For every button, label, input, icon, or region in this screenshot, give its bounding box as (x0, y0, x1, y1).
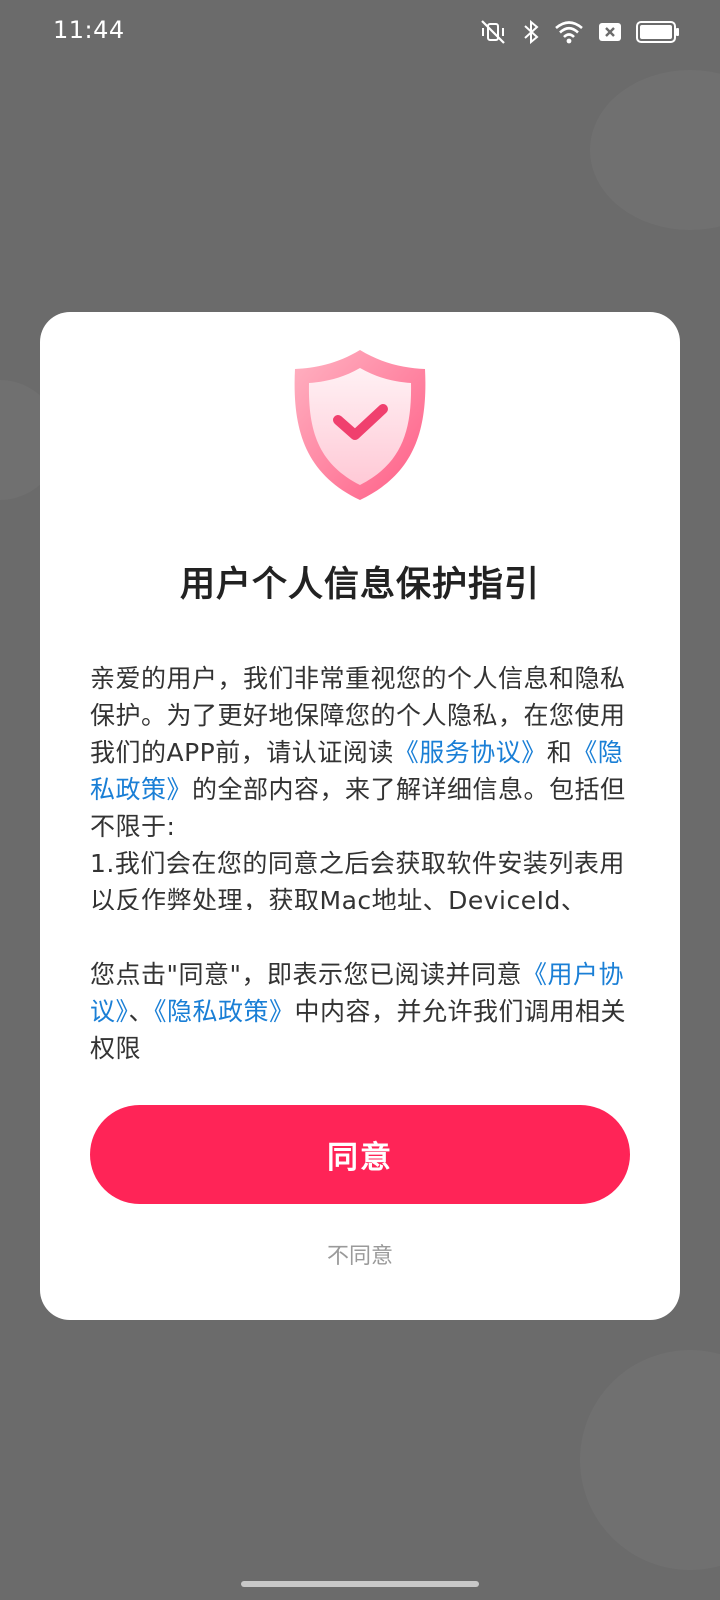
dialog-body[interactable]: 亲爱的用户，我们非常重视您的个人信息和隐私保护。为了更好地保障您的个人隐私，在您… (90, 660, 630, 910)
bluetooth-icon (522, 19, 540, 45)
sim-error-icon (598, 21, 622, 43)
body-text: 1.我们会在您的同意之后会获取软件安装列表用以反作弊处理，获取Mac地址、Dev… (90, 849, 625, 910)
home-indicator[interactable] (241, 1581, 479, 1587)
service-agreement-link[interactable]: 《服务协议》 (394, 738, 547, 767)
background-decoration (580, 1350, 720, 1570)
battery-icon (636, 20, 680, 44)
screen: 11:44 用户个人信息保护指引 亲爱的用户，我们非常重视您的个人信息和隐私保护… (0, 0, 720, 1600)
status-time: 11:44 (53, 16, 125, 44)
agree-button[interactable]: 同意 (90, 1105, 630, 1204)
dialog-title: 用户个人信息保护指引 (179, 565, 540, 605)
mute-vibrate-icon (478, 19, 508, 45)
body-paragraph: 1.我们会在您的同意之后会获取软件安装列表用以反作弊处理，获取Mac地址、Dev… (90, 845, 630, 910)
consent-text-part: 您点击"同意"，即表示您已阅读并同意 (90, 960, 522, 989)
body-text: 和 (546, 738, 573, 767)
wifi-icon (554, 20, 584, 44)
privacy-policy-link[interactable]: 《隐私政策》 (154, 997, 295, 1026)
consent-text-part: 、 (128, 997, 155, 1026)
shield-check-icon (285, 344, 435, 506)
background-decoration (590, 70, 720, 230)
status-icons (478, 16, 680, 48)
privacy-dialog: 用户个人信息保护指引 亲爱的用户，我们非常重视您的个人信息和隐私保护。为了更好地… (40, 312, 680, 1320)
body-paragraph: 亲爱的用户，我们非常重视您的个人信息和隐私保护。为了更好地保障您的个人隐私，在您… (90, 660, 630, 845)
consent-text: 您点击"同意"，即表示您已阅读并同意《用户协议》、《隐私政策》中内容，并允许我们… (90, 956, 630, 1067)
disagree-button[interactable]: 不同意 (260, 1234, 460, 1274)
status-bar: 11:44 (0, 0, 720, 64)
